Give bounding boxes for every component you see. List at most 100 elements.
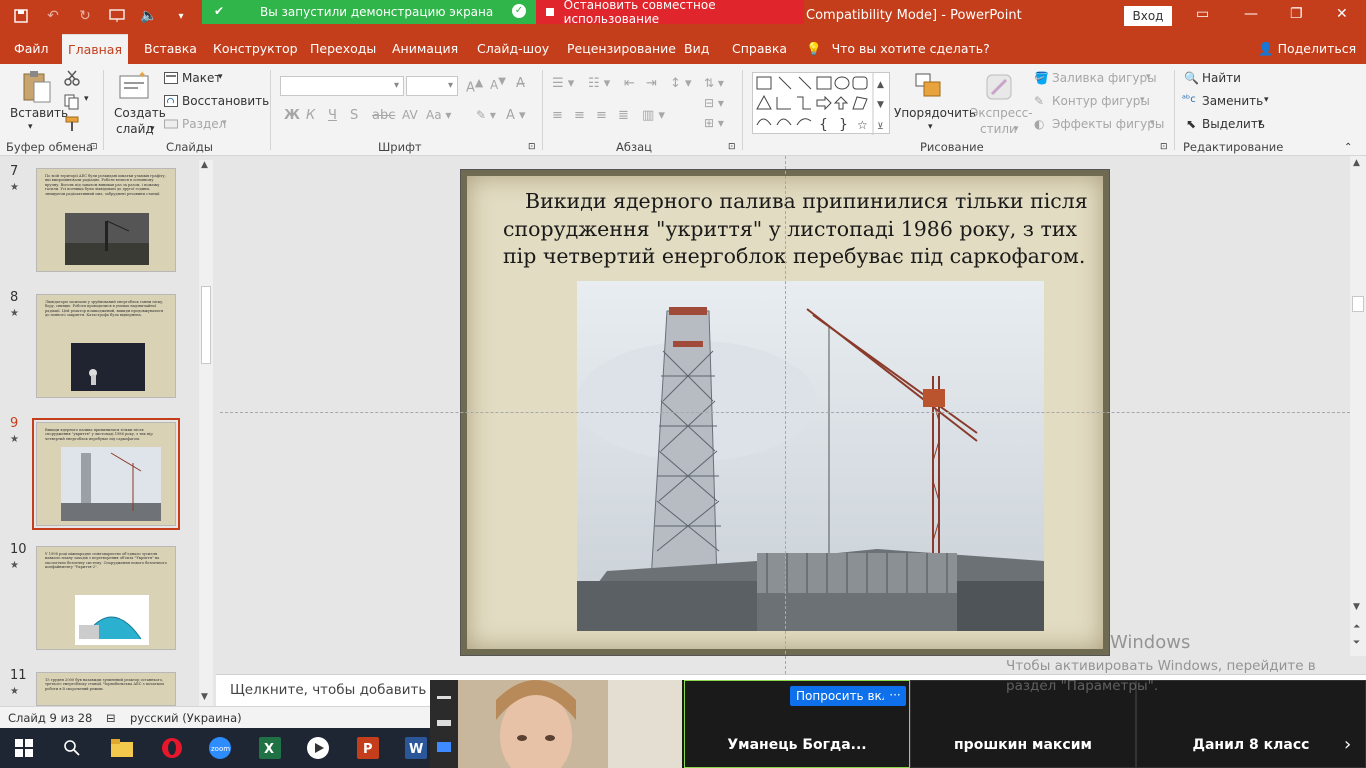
- quick-styles-icon[interactable]: [984, 72, 1014, 105]
- paste-icon[interactable]: [20, 70, 52, 107]
- slide-thumbnail-9[interactable]: Викиди ядерного палива припинилися тільк…: [36, 422, 176, 526]
- shapes-gallery[interactable]: { } ☆ ▲ ▼ ⊻: [752, 72, 890, 135]
- participant-tile[interactable]: Данил 8 класс: [1136, 680, 1366, 768]
- grow-font-icon[interactable]: A▲: [466, 76, 483, 95]
- scroll-down-icon[interactable]: ▼: [1353, 602, 1360, 612]
- numbering-icon[interactable]: ☷ ▾: [588, 76, 610, 91]
- editor-scrollbar[interactable]: ▲ ▼ ⏶ ⏷: [1350, 156, 1366, 656]
- bullets-icon[interactable]: ☰ ▾: [552, 76, 574, 91]
- shape-effects-dropdown-icon[interactable]: ▾: [1150, 118, 1155, 128]
- clipboard-launcher-icon[interactable]: ⊡: [90, 142, 98, 152]
- close-icon[interactable]: ✕: [1336, 6, 1348, 22]
- select-dropdown-icon[interactable]: ▾: [1258, 118, 1263, 128]
- opera-icon[interactable]: [158, 734, 186, 762]
- tab-slideshow[interactable]: Слайд-шоу: [477, 34, 549, 64]
- bold-icon[interactable]: Ж: [284, 108, 300, 123]
- tell-me-search[interactable]: 💡 Что вы хотите сделать?: [806, 34, 990, 64]
- format-painter-icon[interactable]: [64, 116, 80, 135]
- slide-thumbnail-11[interactable]: 15 грудня 2000 був назавжди зупинений ре…: [36, 672, 176, 706]
- next-slide-icon[interactable]: ⏷: [1353, 638, 1360, 648]
- text-direction-icon[interactable]: ⇅ ▾: [704, 76, 724, 90]
- paste-dropdown-icon[interactable]: ▾: [28, 122, 33, 132]
- arrange-dropdown-icon[interactable]: ▾: [928, 122, 933, 132]
- line-spacing-icon[interactable]: ↕ ▾: [670, 76, 692, 91]
- powerpoint-icon[interactable]: P: [354, 734, 382, 762]
- character-spacing-icon[interactable]: AV: [402, 108, 418, 122]
- align-left-icon[interactable]: ≡: [552, 108, 563, 123]
- font-launcher-icon[interactable]: ⊡: [528, 142, 536, 152]
- slide-thumbnail-7[interactable]: По всій території АЕС були розкидані шма…: [36, 168, 176, 272]
- undo-icon[interactable]: ↶: [42, 6, 64, 26]
- thumbnails-scrollbar[interactable]: ▲ ▼: [199, 160, 213, 706]
- minimize-icon[interactable]: —: [1244, 6, 1258, 22]
- signin-button[interactable]: Вход: [1124, 6, 1172, 26]
- slide-text-box[interactable]: Викиди ядерного палива припинилися тільк…: [503, 188, 1093, 271]
- self-video-tile[interactable]: [458, 680, 682, 768]
- language-indicator[interactable]: русский (Украина): [130, 711, 242, 725]
- columns-icon[interactable]: ▥ ▾: [642, 108, 665, 123]
- scroll-down-icon[interactable]: ▼: [201, 692, 208, 702]
- more-options-button[interactable]: ···: [884, 686, 906, 706]
- font-size-combo[interactable]: ▾: [406, 76, 458, 96]
- change-case-icon[interactable]: Аа ▾: [426, 108, 451, 122]
- tab-view[interactable]: Вид: [684, 34, 709, 64]
- chevron-right-icon[interactable]: ›: [1344, 734, 1351, 755]
- replace-button[interactable]: Заменить: [1202, 94, 1263, 108]
- ribbon-display-options-icon[interactable]: ▭: [1196, 6, 1209, 22]
- reset-icon[interactable]: [164, 95, 178, 110]
- collapse-ribbon-icon[interactable]: ⌃: [1344, 142, 1352, 153]
- align-text-icon[interactable]: ⊟ ▾: [704, 96, 724, 110]
- spellcheck-icon[interactable]: ⊟: [106, 711, 116, 725]
- font-name-combo[interactable]: ▾: [280, 76, 404, 96]
- file-explorer-icon[interactable]: [108, 734, 136, 762]
- reset-button[interactable]: Восстановить: [182, 94, 269, 108]
- quick-styles-dropdown-icon[interactable]: ▾: [1014, 124, 1019, 134]
- stop-share-button[interactable]: Остановить совместное использование: [536, 0, 804, 26]
- shape-fill-button[interactable]: Заливка фигуры: [1052, 71, 1157, 85]
- quick-styles-label-2[interactable]: стили: [980, 122, 1017, 136]
- paragraph-launcher-icon[interactable]: ⊡: [728, 142, 736, 152]
- strikethrough-icon[interactable]: abc: [372, 108, 395, 123]
- select-button[interactable]: Выделить: [1202, 117, 1265, 131]
- copy-dropdown-icon[interactable]: ▾: [84, 94, 89, 104]
- excel-icon[interactable]: X: [256, 734, 284, 762]
- restore-icon[interactable]: ❐: [1290, 6, 1303, 22]
- previous-slide-icon[interactable]: ⏶: [1353, 622, 1360, 632]
- section-button[interactable]: Раздел: [182, 117, 226, 131]
- highlight-icon[interactable]: ✎ ▾: [476, 108, 496, 122]
- tab-transitions[interactable]: Переходы: [310, 34, 376, 64]
- smartart-icon[interactable]: ⊞ ▾: [704, 116, 724, 130]
- arrange-icon[interactable]: [914, 72, 944, 103]
- shrink-font-icon[interactable]: A▼: [490, 76, 506, 92]
- underline-icon[interactable]: Ч: [328, 108, 337, 123]
- vertical-guide[interactable]: [785, 156, 786, 674]
- shadow-icon[interactable]: S: [350, 108, 358, 123]
- redo-icon[interactable]: ↻: [74, 6, 96, 26]
- ask-to-unmute-button[interactable]: Попросить вкл: [790, 686, 896, 706]
- paste-label[interactable]: Вставить: [10, 106, 68, 120]
- new-slide-label-2[interactable]: слайд: [116, 122, 154, 136]
- minimize-videos-icon[interactable]: [437, 696, 451, 699]
- align-right-icon[interactable]: ≡: [596, 108, 607, 123]
- section-icon[interactable]: [164, 118, 178, 133]
- shape-fill-dropdown-icon[interactable]: ▾: [1146, 72, 1151, 82]
- align-center-icon[interactable]: ≡: [574, 108, 585, 123]
- save-icon[interactable]: [10, 6, 32, 26]
- layout-button[interactable]: Макет: [182, 71, 221, 85]
- shape-outline-dropdown-icon[interactable]: ▾: [1140, 95, 1145, 105]
- section-dropdown-icon[interactable]: ▾: [222, 118, 227, 128]
- tab-home[interactable]: Главная: [62, 34, 128, 64]
- present-from-start-icon[interactable]: [106, 6, 128, 26]
- tab-design[interactable]: Конструктор: [213, 34, 298, 64]
- slide-thumbnail-10[interactable]: У 1998 році міжнародне співтовариство об…: [36, 546, 176, 650]
- tab-file[interactable]: Файл: [14, 34, 49, 64]
- windows-start-icon[interactable]: [10, 734, 38, 762]
- drawing-launcher-icon[interactable]: ⊡: [1160, 142, 1168, 152]
- italic-icon[interactable]: К: [306, 108, 315, 123]
- scroll-up-icon[interactable]: ▲: [1353, 158, 1360, 168]
- scrollbar-thumb[interactable]: [1352, 296, 1364, 312]
- arrange-label[interactable]: Упорядочить: [894, 106, 976, 120]
- speaker-icon[interactable]: 🔈: [138, 6, 160, 26]
- layout-dropdown-icon[interactable]: ▾: [218, 72, 223, 82]
- justify-icon[interactable]: ≣: [618, 108, 629, 123]
